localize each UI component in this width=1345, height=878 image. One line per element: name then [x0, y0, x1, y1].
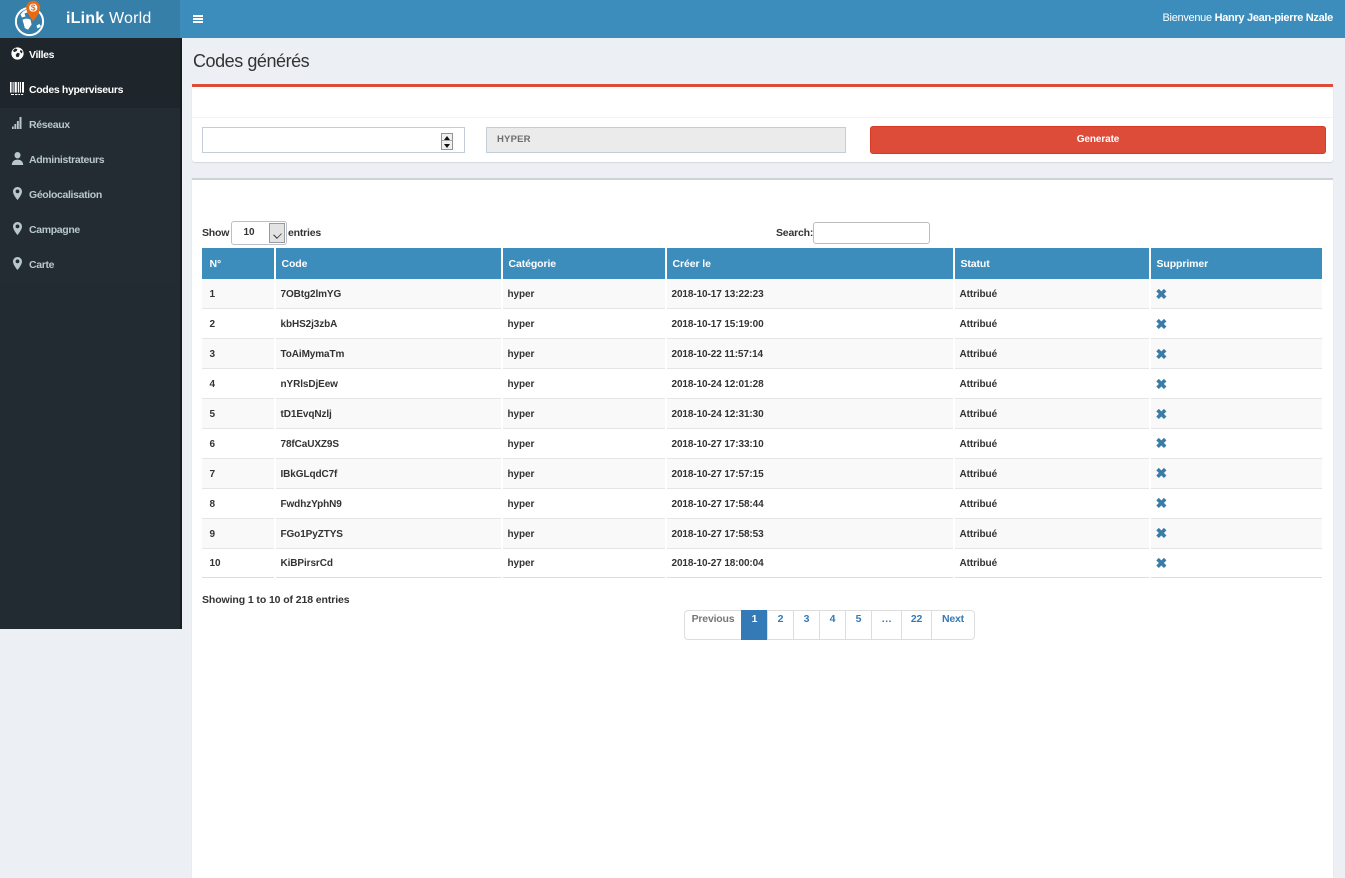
svg-text:$: $: [31, 4, 36, 13]
